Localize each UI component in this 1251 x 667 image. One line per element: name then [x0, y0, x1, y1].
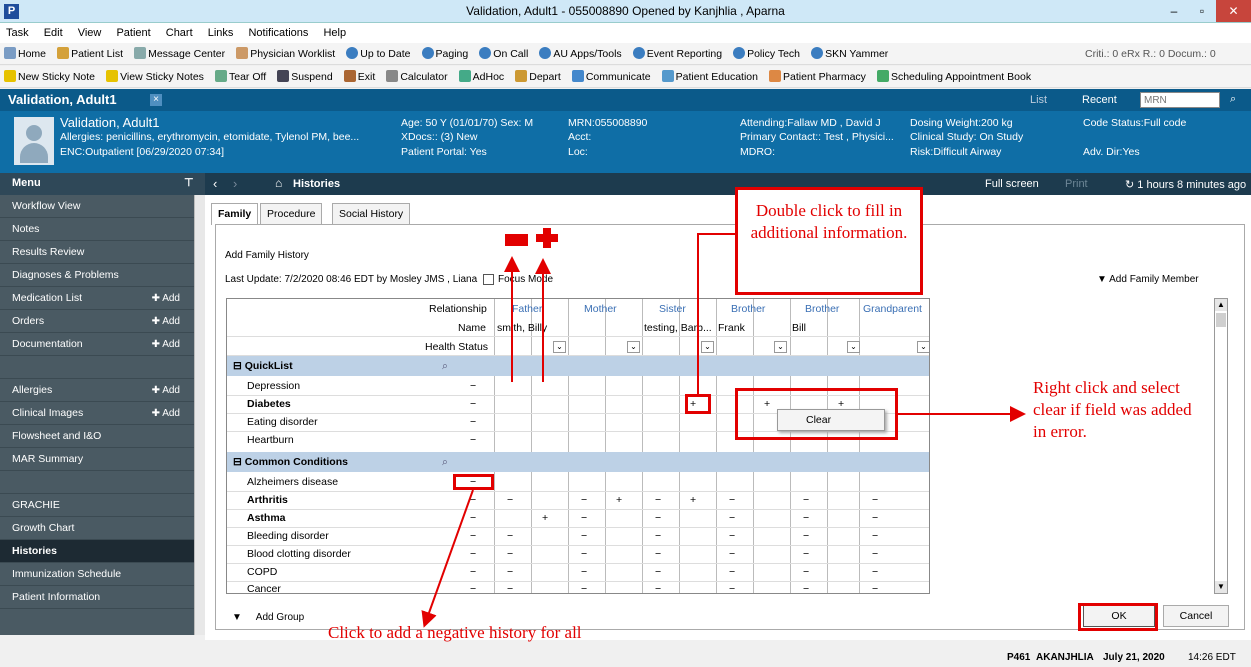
status-code: P461	[1007, 652, 1031, 663]
status-user: AKANJHLIA	[1036, 652, 1094, 663]
status-time: 14:26 EDT	[1188, 652, 1236, 663]
annotation-arrows	[421, 233, 1026, 628]
status-date: July 21, 2020	[1103, 652, 1165, 663]
status-bar: P461 AKANJHLIA July 21, 2020 14:26 EDT	[0, 648, 1251, 667]
